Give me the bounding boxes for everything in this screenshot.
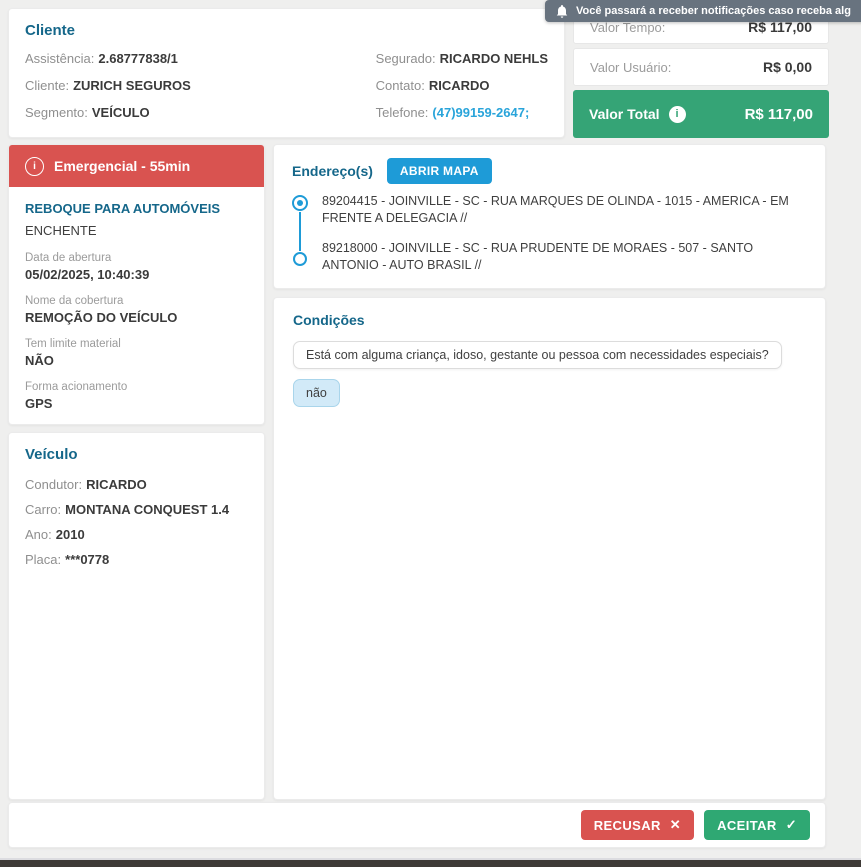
enderecos-card: Endereço(s) ABRIR MAPA 89204415 - JOINVI… (273, 144, 826, 289)
enderecos-timeline: 89204415 - JOINVILLE - SC - RUA MARQUES … (292, 193, 807, 274)
cliente-title: Cliente (25, 22, 76, 39)
servico-body: REBOQUE PARA AUTOMÓVEIS ENCHENTE Data de… (9, 187, 264, 438)
notification-toast[interactable]: Você passará a receber notificações caso… (545, 0, 861, 22)
field-contato: Contato: RICARDO (375, 78, 490, 93)
cliente-fields: Assistência: 2.68777838/1 Cliente: ZURICH … (25, 45, 548, 126)
actions-footer: RECUSAR ✕ ACEITAR ✓ (8, 802, 826, 848)
valor-total-value: R$ 117,00 (744, 105, 813, 123)
destination-radio[interactable] (293, 252, 307, 266)
recusar-label: RECUSAR (593, 817, 661, 833)
veiculo-card: Veículo Condutor: RICARDO Carro: MONTANA C… (8, 432, 265, 800)
emergencial-banner: i Emergencial - 55min (9, 145, 264, 187)
condicoes-card: Condições Está com alguma criança, idoso… (273, 297, 826, 800)
field-placa: Placa: ***0778 (25, 552, 110, 567)
detail-cobertura: Nome da cobertura REMOÇÃO DO VEÍCULO (25, 295, 178, 325)
recusar-button[interactable]: RECUSAR ✕ (580, 810, 695, 840)
window-bottom-bar (0, 860, 861, 867)
cliente-fields-left: Assistência: 2.68777838/1 Cliente: ZURICH … (25, 45, 376, 126)
valor-total-label: Valor Total (589, 106, 660, 122)
servico-titulo: REBOQUE PARA AUTOMÓVEIS (25, 201, 221, 216)
abrir-mapa-button[interactable]: ABRIR MAPA (386, 158, 492, 184)
enderecos-header: Endereço(s) ABRIR MAPA (292, 158, 807, 184)
condicao-resposta: não (293, 379, 340, 407)
cliente-fields-right: Segurado: RICARDO NEHLS Contato: RICARDO T… (376, 45, 548, 126)
servico-subtitulo: ENCHENTE (25, 223, 97, 238)
detail-limite-material: Tem limite material NÃO (25, 338, 121, 368)
address-item: 89218000 - JOINVILLE - SC - RUA PRUDENTE… (322, 241, 754, 272)
valor-total-row: Valor Total i R$ 117,00 (573, 90, 829, 138)
field-condutor: Condutor: RICARDO (25, 477, 147, 492)
valor-usuario-row: Valor Usuário: R$ 0,00 (573, 48, 829, 86)
aceitar-button[interactable]: ACEITAR ✓ (704, 810, 810, 840)
check-icon: ✓ (785, 817, 797, 832)
timeline-connector (299, 212, 301, 251)
condicao-pergunta: Está com alguma criança, idoso, gestante… (293, 341, 782, 369)
toast-text: Você passará a receber notificações caso… (576, 5, 851, 17)
info-icon: i (25, 156, 44, 176)
emergencial-label: Emergencial - 55min (54, 158, 191, 174)
condicoes-title: Condições (293, 312, 365, 328)
phone-link[interactable]: (47)99159-2647; (432, 105, 529, 120)
field-assistencia: Assistência: 2.68777838/1 (25, 51, 178, 66)
enderecos-title: Endereço(s) (292, 163, 373, 179)
veiculo-fields: Condutor: RICARDO Carro: MONTANA CONQUEST … (25, 472, 248, 572)
address-item: 89204415 - JOINVILLE - SC - RUA MARQUES … (322, 194, 789, 225)
info-icon[interactable]: i (668, 105, 686, 123)
field-telefone: Telefone: (47)99159-2647; (375, 105, 530, 120)
servico-card: i Emergencial - 55min REBOQUE PARA AUTOM… (8, 144, 265, 425)
cliente-card: Cliente Assistência: 2.68777838/1 Cliente… (8, 8, 565, 138)
bell-icon (556, 4, 568, 18)
field-cliente: Cliente: ZURICH SEGUROS (25, 78, 191, 93)
field-carro: Carro: MONTANA CONQUEST 1.4 (25, 502, 230, 517)
aceitar-label: ACEITAR (717, 817, 777, 833)
veiculo-title: Veículo (25, 446, 78, 463)
origin-radio-selected[interactable] (292, 195, 308, 211)
detail-data-abertura: Data de abertura 05/02/2025, 10:40:39 (25, 252, 150, 282)
field-ano: Ano: 2010 (25, 527, 85, 542)
field-segmento: Segmento: VEÍCULO (25, 105, 150, 120)
field-segurado: Segurado: RICARDO NEHLS (375, 51, 548, 66)
detail-forma-acionamento: Forma acionamento GPS (25, 381, 128, 411)
close-icon: ✕ (669, 817, 682, 832)
